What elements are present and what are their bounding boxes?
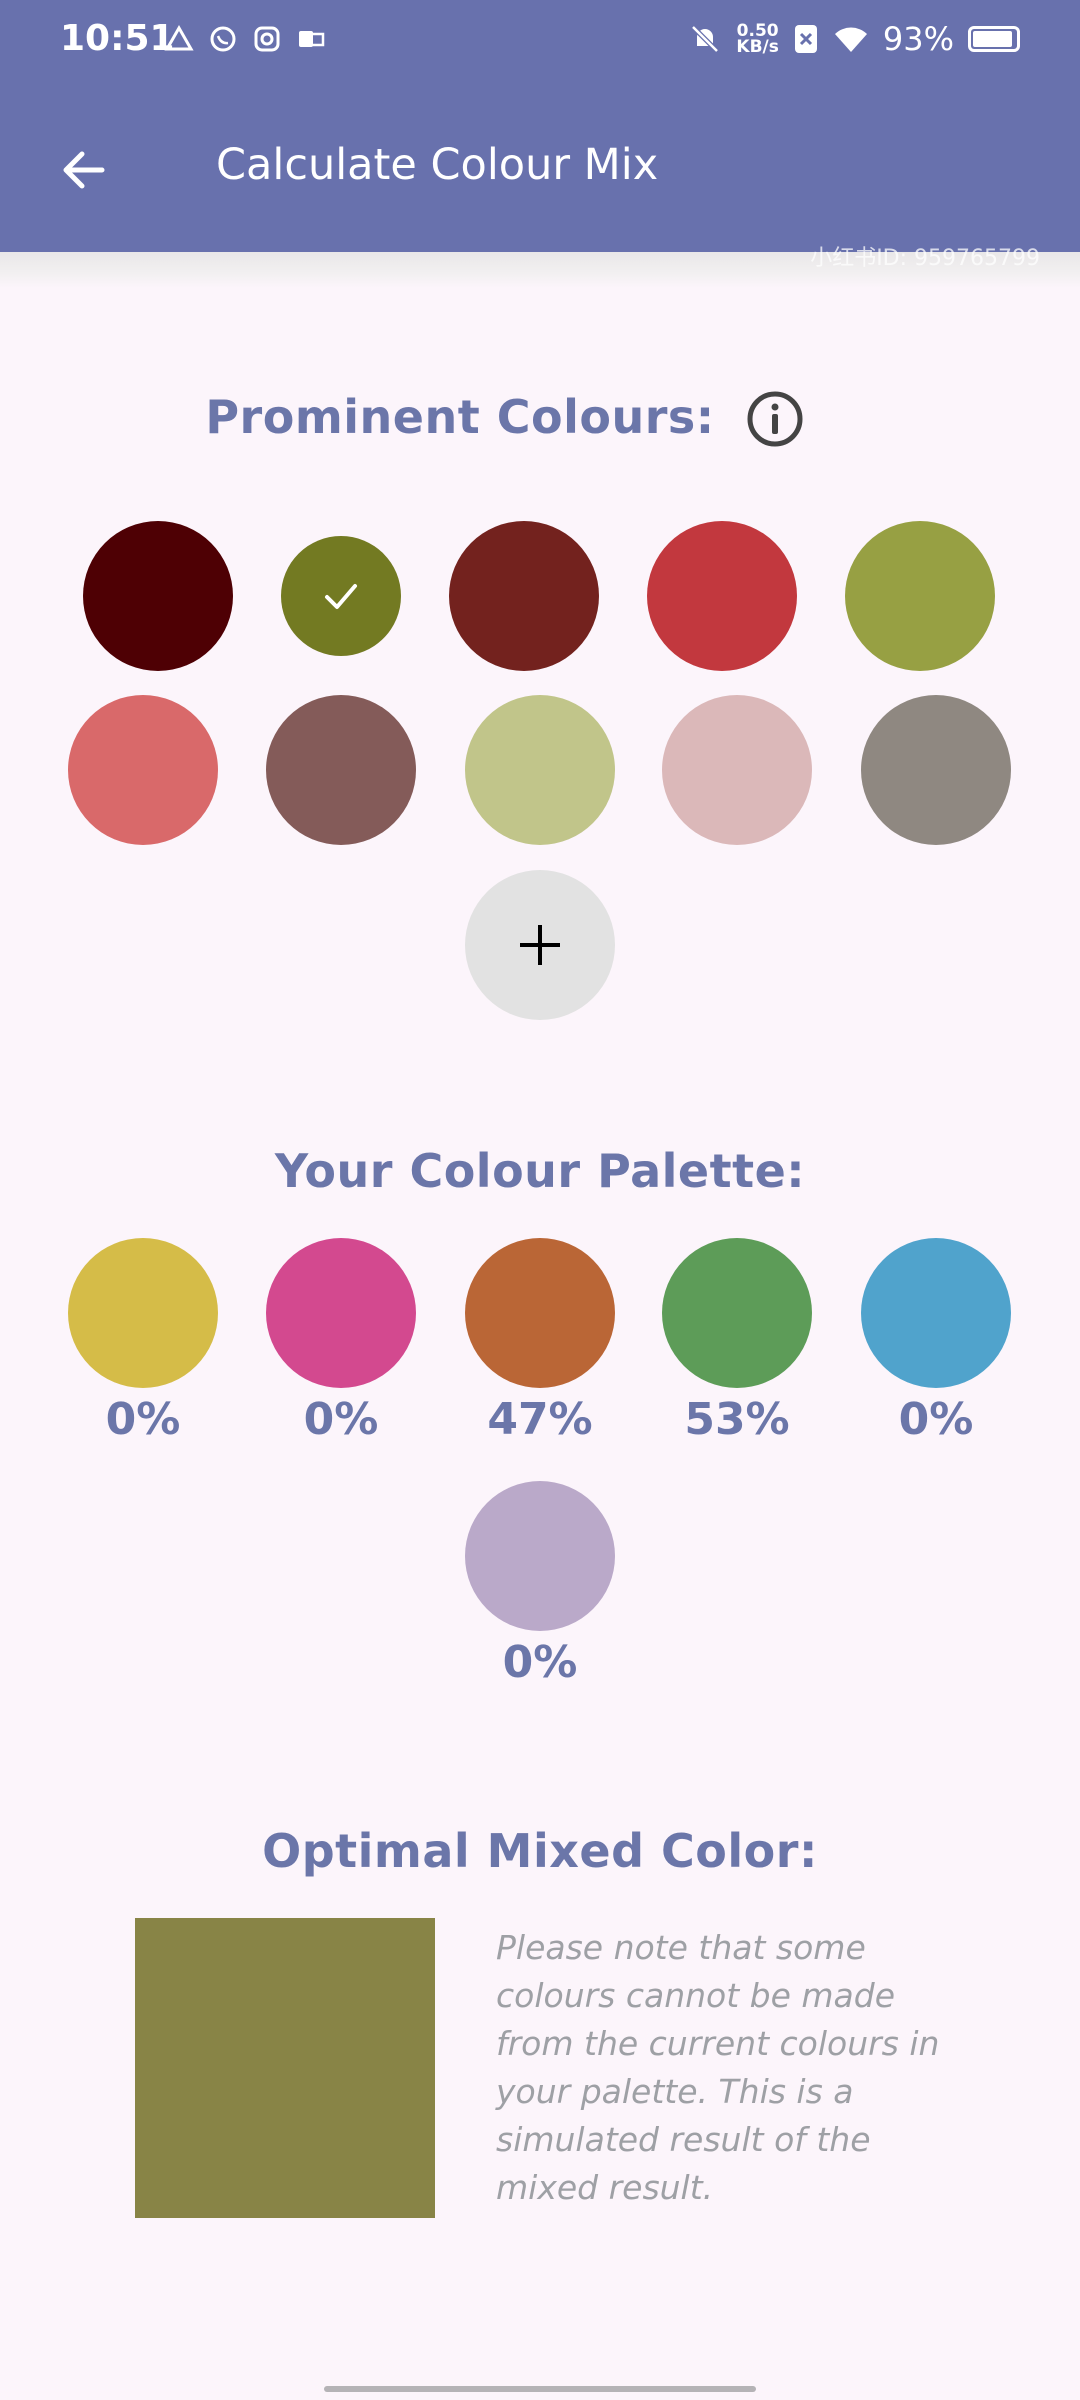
prominent-colour-swatch[interactable]	[647, 521, 797, 671]
instagram-icon	[254, 26, 280, 52]
status-bar: 10:51 0.50 KB/s 93%	[0, 0, 1080, 84]
outlook-icon	[299, 31, 325, 47]
palette-colour-percent: 0%	[105, 1394, 181, 1445]
status-time: 10:51	[60, 18, 175, 59]
palette-title: Your Colour Palette:	[274, 1144, 806, 1198]
palette-colour-percent: 53%	[684, 1394, 790, 1445]
palette-colour-percent: 0%	[502, 1637, 578, 1688]
net-speed-unit: KB/s	[736, 37, 779, 57]
mixed-colour-title: Optimal Mixed Color:	[262, 1824, 818, 1878]
prominent-colour-swatch[interactable]	[83, 521, 233, 671]
check-icon	[281, 536, 401, 656]
prominent-colour-swatch[interactable]	[845, 521, 995, 671]
battery-fill	[973, 31, 1013, 47]
prominent-colours-title: Prominent Colours:	[205, 390, 715, 444]
arrow-left-icon	[63, 151, 105, 189]
back-button[interactable]	[48, 134, 120, 206]
prominent-colour-swatch[interactable]	[266, 695, 416, 845]
prominent-colour-swatch[interactable]	[449, 521, 599, 671]
prominent-colour-swatch[interactable]	[861, 695, 1011, 845]
sim-icon	[794, 25, 817, 53]
battery-percent: 93%	[882, 20, 954, 58]
palette-colour-swatch[interactable]	[68, 1238, 218, 1388]
prominent-colour-swatch[interactable]	[465, 695, 615, 845]
palette-colour-swatch[interactable]	[465, 1481, 615, 1631]
info-icon[interactable]	[745, 389, 805, 449]
wifi-icon	[834, 27, 867, 52]
watermark: 小红书ID: 959765799	[810, 246, 1040, 271]
net-speed: 0.50 KB/s	[736, 23, 779, 57]
mute-bell-icon	[691, 25, 720, 53]
palette-colour-percent: 0%	[303, 1394, 379, 1445]
app-bar: Calculate Colour Mix	[0, 84, 1080, 252]
palette-colour-percent: 47%	[487, 1394, 593, 1445]
prominent-colour-swatch[interactable]	[662, 695, 812, 845]
palette-colour-swatch[interactable]	[662, 1238, 812, 1388]
palette-colour-swatch[interactable]	[266, 1238, 416, 1388]
palette-colour-percent: 0%	[898, 1394, 974, 1445]
mixed-colour-note: Please note that some colours cannot be …	[496, 1928, 940, 2207]
battery-icon	[968, 26, 1020, 52]
mixed-colour-swatch	[135, 1918, 435, 2218]
page-title: Calculate Colour Mix	[216, 140, 659, 190]
palette-colour-swatch[interactable]	[861, 1238, 1011, 1388]
home-indicator[interactable]	[324, 2386, 756, 2392]
plus-icon	[520, 925, 560, 965]
add-colour-button[interactable]	[465, 870, 615, 1020]
prominent-colour-swatch[interactable]	[68, 695, 218, 845]
notification-icons	[164, 24, 326, 54]
prominent-colour-swatch[interactable]	[281, 536, 401, 656]
whatsapp-icon	[210, 26, 236, 52]
status-indicators: 0.50 KB/s 93%	[688, 20, 1020, 58]
palette-colour-swatch[interactable]	[465, 1238, 615, 1388]
drive-icon	[164, 24, 194, 51]
